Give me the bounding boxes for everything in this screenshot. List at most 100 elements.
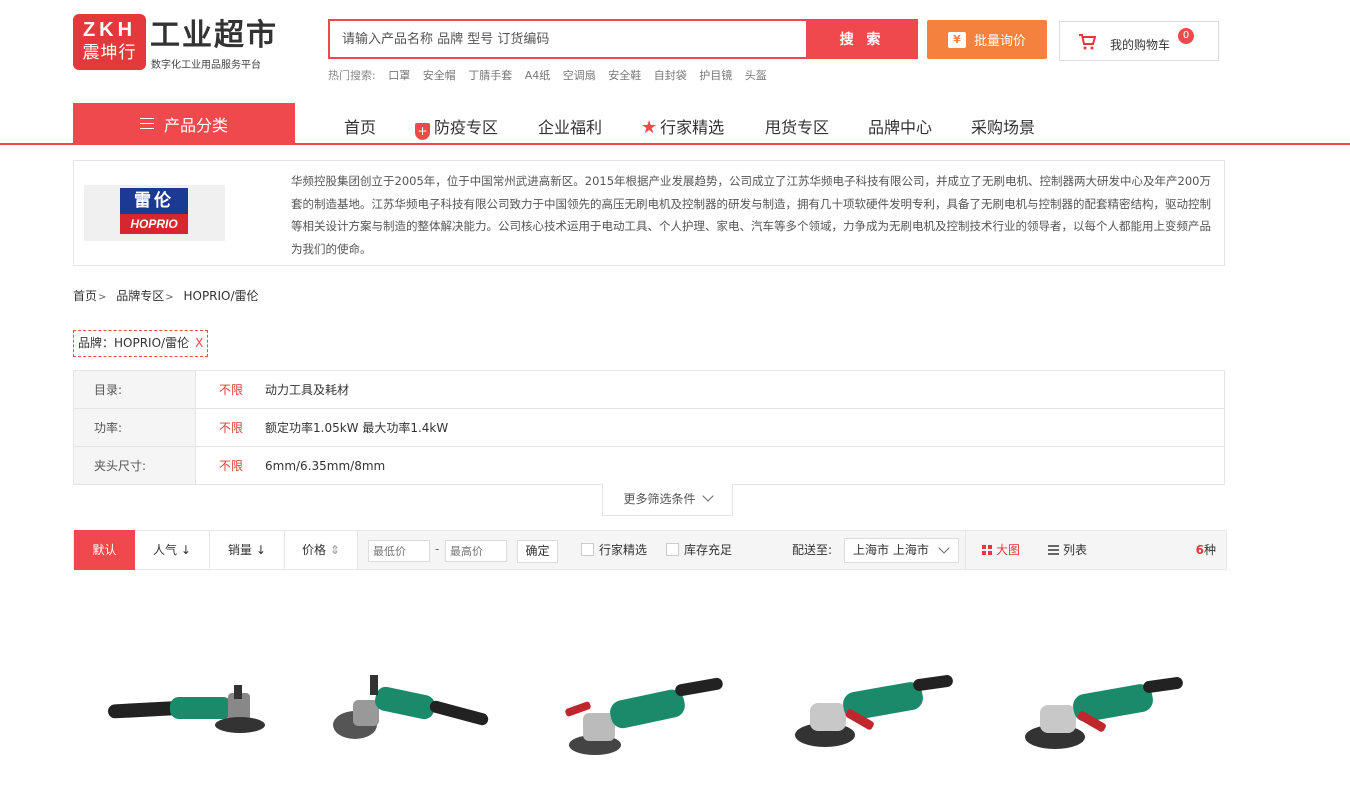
yen-icon: ¥ — [947, 31, 966, 48]
active-filter-chip[interactable]: 品牌：HOPRIO/雷伦 X — [73, 330, 209, 357]
grid-icon — [982, 545, 992, 555]
hot-search-item[interactable]: 头盔 — [745, 69, 767, 82]
search-input[interactable] — [330, 21, 806, 57]
logo-top-text: ZKH — [82, 19, 137, 41]
shield-plus-icon: + — [415, 123, 430, 140]
hot-search-item[interactable]: 安全鞋 — [608, 69, 641, 82]
view-list-button[interactable]: 列表 — [1048, 531, 1087, 569]
cart-button[interactable]: 我的购物车 0 — [1059, 21, 1219, 61]
logo-bottom-text: 震坤行 — [82, 43, 137, 63]
hot-search-item[interactable]: 口罩 — [388, 69, 410, 82]
hot-search-item[interactable]: 安全帽 — [423, 69, 456, 82]
result-count: 6种 — [1196, 531, 1216, 569]
chevron-down-icon — [938, 542, 950, 554]
sort-price[interactable]: 价格 ⇕ — [285, 531, 358, 569]
nav-epidemic[interactable]: + 防疫专区 — [415, 114, 498, 140]
brand-logo-cn: 雷伦 — [120, 188, 188, 214]
nav-procurement[interactable]: 采购场景 — [971, 114, 1035, 138]
hot-searches: 热门搜索: 口罩 安全帽 丁腈手套 A4纸 空调扇 安全鞋 自封袋 护目镜 头盔 — [328, 67, 776, 83]
breadcrumb-home[interactable]: 首页 — [73, 289, 97, 303]
list-icon — [1048, 545, 1059, 555]
product-image-angle-grinder[interactable] — [325, 665, 505, 775]
in-stock-checkbox[interactable] — [666, 543, 679, 556]
product-image-angle-grinder[interactable] — [785, 665, 965, 775]
nav-brand-center[interactable]: 品牌中心 — [868, 114, 932, 138]
ship-to-select[interactable]: 上海市 上海市 — [844, 538, 959, 563]
bulk-inquiry-button[interactable]: ¥ 批量询价 — [927, 20, 1047, 59]
sort-popularity[interactable]: 人气 ↓ — [135, 531, 210, 569]
star-icon: ★ — [641, 117, 658, 138]
category-menu-label: 产品分类 — [163, 115, 228, 135]
filter-option[interactable]: 动力工具及耗材 — [265, 371, 349, 409]
filter-row-chuck-size: 夹头尺寸: 不限 6mm/6.35mm/8mm — [74, 447, 1224, 485]
brand-logo-en: HOPRIO — [120, 214, 188, 234]
result-count-number: 6 — [1195, 543, 1204, 557]
nav-clearance[interactable]: 甩货专区 — [765, 114, 829, 138]
hot-search-item[interactable]: 丁腈手套 — [468, 69, 512, 82]
hot-search-item[interactable]: 护目镜 — [699, 69, 732, 82]
category-menu-button[interactable]: 产品分类 — [73, 103, 295, 144]
zkh-logo[interactable]: ZKH 震坤行 — [73, 14, 146, 70]
result-count-unit: 种 — [1203, 543, 1216, 557]
sort-sales[interactable]: 销量 ↓ — [210, 531, 285, 569]
filter-any-option[interactable]: 不限 — [219, 447, 243, 485]
nav-expert-pick[interactable]: ★ 行家精选 — [641, 114, 724, 138]
brand-description: 华频控股集团创立于2005年，位于中国常州武进高新区。2015年根据产业发展趋势… — [291, 174, 1211, 256]
sort-price-label: 价格 — [302, 543, 327, 557]
filter-row-power: 功率: 不限 额定功率1.05kW 最大功率1.4kW — [74, 409, 1224, 447]
hot-search-item[interactable]: 空调扇 — [563, 69, 596, 82]
sort-updown-icon: ⇕ — [329, 543, 340, 557]
expert-pick-label: 行家精选 — [599, 543, 648, 557]
site-title: 工业超市 — [150, 18, 278, 53]
sort-popularity-label: 人气 — [153, 543, 178, 557]
filter-option[interactable]: 6mm/6.35mm/8mm — [265, 447, 385, 485]
active-filter-label: 品牌：HOPRIO/雷伦 — [78, 336, 190, 350]
filter-any-option[interactable]: 不限 — [219, 371, 243, 409]
sort-toolbar: 默认 人气 ↓ 销量 ↓ 价格 ⇕ - 确定 行家精选 库存充足 配送至: 上海… — [73, 530, 1227, 570]
arrow-down-icon: ↓ — [180, 543, 191, 557]
brand-intro: 雷伦 HOPRIO 华频控股集团创立于2005年，位于中国常州武进高新区。201… — [73, 160, 1225, 266]
price-dash: - — [435, 542, 440, 556]
sort-default[interactable]: 默认 — [74, 530, 135, 570]
max-price-input[interactable] — [445, 540, 507, 562]
product-image-angle-grinder[interactable] — [100, 665, 280, 775]
price-confirm-button[interactable]: 确定 — [517, 540, 558, 563]
filter-panel: 目录: 不限 动力工具及耗材 功率: 不限 额定功率1.05kW 最大功率1.4… — [73, 370, 1225, 485]
view-list-label: 列表 — [1063, 543, 1088, 557]
brand-logo: 雷伦 HOPRIO — [84, 185, 225, 241]
breadcrumb: 首页> 品牌专区> HOPRIO/雷伦 — [73, 287, 259, 304]
breadcrumb-current: HOPRIO/雷伦 — [183, 289, 259, 303]
nav-expert-pick-label: 行家精选 — [660, 118, 725, 137]
hot-search-item[interactable]: 自封袋 — [654, 69, 687, 82]
remove-filter-icon[interactable]: X — [195, 336, 203, 350]
chevron-right-icon: > — [165, 292, 174, 303]
product-image-angle-grinder[interactable] — [555, 665, 735, 775]
min-price-input[interactable] — [368, 540, 430, 562]
filter-label: 功率: — [74, 409, 196, 446]
more-filters-button[interactable]: 更多筛选条件 — [602, 484, 733, 516]
nav-welfare[interactable]: 企业福利 — [538, 114, 602, 138]
chevron-down-icon — [701, 490, 714, 502]
hot-search-label: 热门搜索: — [328, 69, 376, 82]
ship-to-label: 配送至: — [792, 543, 833, 557]
sort-sales-label: 销量 — [228, 543, 253, 557]
expert-pick-checkbox[interactable] — [581, 543, 594, 556]
filter-any-option[interactable]: 不限 — [219, 409, 243, 447]
filter-label: 目录: — [74, 371, 196, 408]
in-stock-label: 库存充足 — [684, 543, 733, 557]
search-bar: 搜 索 — [328, 19, 918, 59]
filter-row-category: 目录: 不限 动力工具及耗材 — [74, 371, 1224, 409]
breadcrumb-brand-zone[interactable]: 品牌专区 — [116, 289, 164, 303]
menu-icon — [139, 118, 154, 129]
hot-search-item[interactable]: A4纸 — [525, 69, 551, 82]
cart-icon — [1078, 34, 1097, 53]
view-grid-button[interactable]: 大图 — [965, 531, 1034, 569]
ship-to-value: 上海市 上海市 — [853, 543, 929, 557]
more-filters-label: 更多筛选条件 — [623, 492, 696, 506]
filter-option[interactable]: 额定功率1.05kW 最大功率1.4kW — [265, 409, 448, 447]
view-grid-label: 大图 — [996, 543, 1021, 557]
arrow-down-icon: ↓ — [255, 543, 266, 557]
search-button[interactable]: 搜 索 — [806, 19, 918, 59]
product-image-angle-grinder[interactable] — [1015, 665, 1195, 775]
nav-home[interactable]: 首页 — [344, 114, 376, 138]
